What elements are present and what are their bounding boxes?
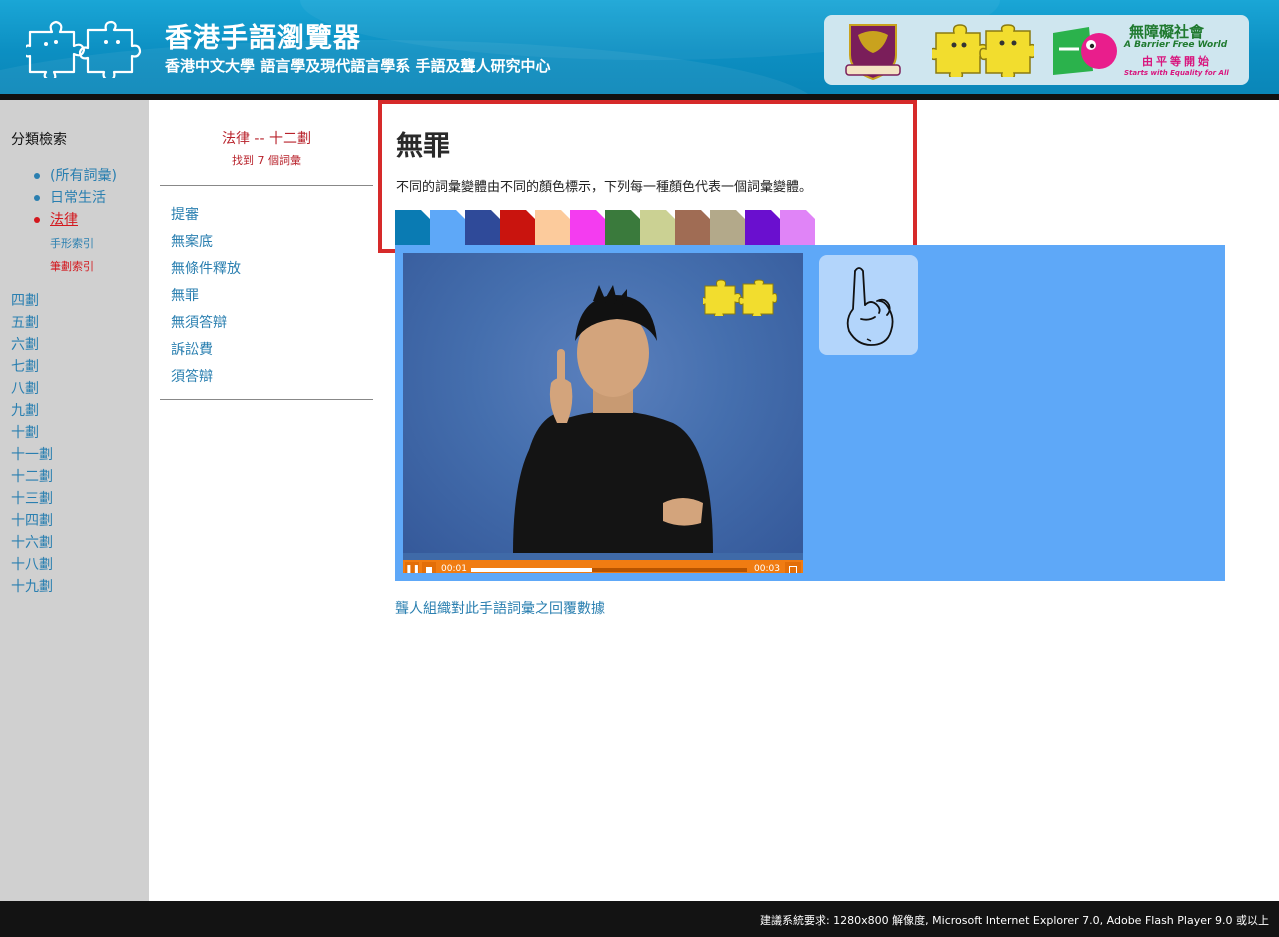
word-list-item[interactable]: 無條件釋放 [171,258,241,285]
handshape-card[interactable] [819,255,918,355]
stop-icon[interactable] [422,562,436,573]
stroke-item[interactable]: 十九劃 [11,576,53,598]
deaf-org-feedback-link[interactable]: 聾人組織對此手語詞彙之回覆數據 [395,598,605,618]
stroke-item[interactable]: 十八劃 [11,554,53,576]
stroke-item[interactable]: 九劃 [11,400,53,422]
hksl-puzzle-logo[interactable] [26,18,152,78]
category-sidebar: 分類檢索 (所有詞彙) 日常生活 法律 手形索引 筆劃索引 四劃 五劃 六劃 七… [0,100,149,901]
variant-swatches [395,210,815,245]
word-list-count: 找到 7 個詞彙 [232,154,301,167]
word-list-divider [160,399,373,400]
word-list-item[interactable]: 無罪 [171,285,241,312]
stroke-item[interactable]: 十劃 [11,422,53,444]
category-item-law[interactable]: 法律 [34,209,117,231]
stroke-count-list: 四劃 五劃 六劃 七劃 八劃 九劃 十劃 十一劃 十二劃 十三劃 十四劃 十六劃… [11,290,53,598]
variant-swatch[interactable] [710,210,745,245]
stroke-item[interactable]: 十一劃 [11,444,53,466]
variant-swatch[interactable] [395,210,430,245]
variant-swatch[interactable] [500,210,535,245]
stroke-item[interactable]: 十三劃 [11,488,53,510]
word-list-item[interactable]: 無須答辯 [171,312,241,339]
stroke-item[interactable]: 八劃 [11,378,53,400]
word-list-item[interactable]: 無案底 [171,231,241,258]
barrier-free-slogan: 由平等開始 [1142,55,1212,68]
category-item-daily-life[interactable]: 日常生活 [34,187,117,209]
sign-player-area: ❚❚ 00:01 00:03 [395,245,1225,581]
variant-swatch[interactable] [570,210,605,245]
sidebar-title: 分類檢索 [11,132,67,148]
site-footer: 建議系統要求: 1280x800 解像度, Microsoft Internet… [0,901,1279,937]
word-list: 提審 無案底 無條件釋放 無罪 無須答辯 訴訟費 須答辯 [171,204,241,393]
fullscreen-icon[interactable] [785,562,801,573]
puzzle-hands-logo[interactable] [932,23,1034,77]
stroke-item[interactable]: 七劃 [11,356,53,378]
sign-video[interactable]: ❚❚ 00:01 00:03 [403,253,803,573]
video-controls: ❚❚ 00:01 00:03 [403,560,803,573]
variant-swatch[interactable] [465,210,500,245]
site-header: 香港手語瀏覽器 香港中文大學 語言學及現代語言學系 手語及聾人研究中心 無障礙社… [0,0,1279,94]
site-title: 香港手語瀏覽器 [165,23,361,54]
stroke-item[interactable]: 十六劃 [11,532,53,554]
variant-swatch[interactable] [745,210,780,245]
variant-swatch[interactable] [535,210,570,245]
word-list-item[interactable]: 訴訟費 [171,339,241,366]
barrier-free-slogan-english: Starts with Equality for All [1124,69,1229,77]
handshape-index-finger-icon [846,267,894,346]
word-list-divider [160,185,373,186]
stroke-item[interactable]: 四劃 [11,290,53,312]
cuhk-seal-logo[interactable] [844,19,902,83]
partner-logos-box: 無障礙社會 A Barrier Free World 由平等開始 Starts … [824,15,1249,85]
stroke-item[interactable]: 十四劃 [11,510,53,532]
word-list-item[interactable]: 須答辯 [171,366,241,393]
seek-bar[interactable] [471,568,747,572]
time-total: 00:03 [754,564,780,573]
system-requirements: 建議系統要求: 1280x800 解像度, Microsoft Internet… [759,914,1269,927]
barrier-free-mascot-logo[interactable] [1049,23,1121,77]
barrier-free-title: 無障礙社會 [1129,23,1205,41]
entry-word-title: 無罪 [396,131,450,162]
variant-swatch[interactable] [640,210,675,245]
word-list-item[interactable]: 提審 [171,204,241,231]
variant-description: 不同的詞彙變體由不同的顏色標示，下列每一種顏色代表一個詞彙變體。 [396,180,813,195]
time-current: 00:01 [441,564,467,573]
stroke-index-link[interactable]: 筆劃索引 [50,258,94,274]
stroke-item[interactable]: 六劃 [11,334,53,356]
variant-swatch[interactable] [780,210,815,245]
variant-swatch[interactable] [675,210,710,245]
pause-icon[interactable]: ❚❚ [405,562,420,573]
handshape-index-link[interactable]: 手形索引 [50,235,94,251]
stroke-item[interactable]: 五劃 [11,312,53,334]
variant-swatch[interactable] [430,210,465,245]
category-list: (所有詞彙) 日常生活 法律 [34,165,117,231]
category-item-all[interactable]: (所有詞彙) [34,165,117,187]
word-list-title: 法律 -- 十二劃 [221,131,311,147]
stroke-item[interactable]: 十二劃 [11,466,53,488]
site-subtitle: 香港中文大學 語言學及現代語言學系 手語及聾人研究中心 [165,57,551,75]
seek-progress [471,568,593,572]
signer-figure [513,285,713,553]
variant-swatch[interactable] [605,210,640,245]
barrier-free-english: A Barrier Free World [1124,40,1228,50]
